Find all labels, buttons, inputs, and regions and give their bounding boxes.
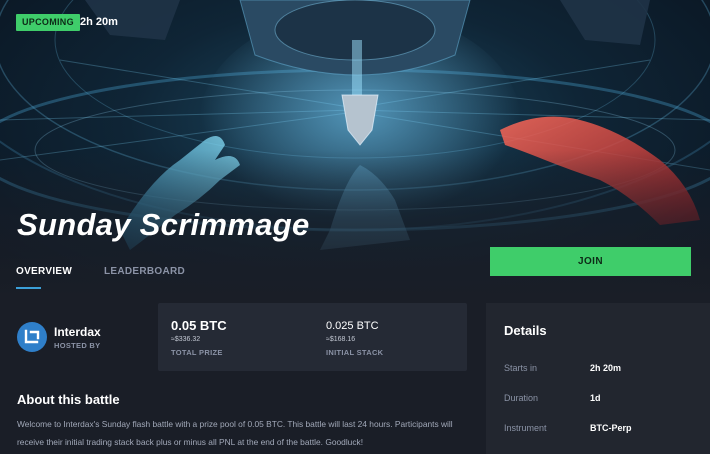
initial-stack-value: 0.025 BTC	[326, 320, 379, 332]
initial-stack-usd: ≈$168.16	[326, 336, 356, 343]
detail-key: Duration	[504, 393, 539, 403]
detail-row-instrument: Instrument BTC-Perp	[504, 421, 704, 435]
detail-row-duration: Duration 1d	[504, 391, 704, 405]
total-prize-value: 0.05 BTC	[171, 318, 227, 333]
interdax-logo-icon	[17, 322, 47, 352]
details-panel: Details Starts in 2h 20m Duration 1d Ins…	[486, 303, 710, 454]
battle-title: Sunday Scrimmage	[17, 207, 310, 242]
detail-value: BTC-Perp	[590, 423, 632, 433]
active-tab-indicator	[16, 287, 41, 289]
tab-overview[interactable]: OVERVIEW	[16, 265, 72, 279]
prize-stats-card: 0.05 BTC ≈$336.32 TOTAL PRIZE 0.025 BTC …	[158, 303, 467, 371]
detail-key: Starts in	[504, 363, 538, 373]
host-name: Interdax	[54, 325, 101, 339]
tab-leaderboard[interactable]: LEADERBOARD	[104, 265, 185, 279]
detail-value: 1d	[590, 393, 601, 403]
total-prize-stat: 0.05 BTC ≈$336.32 TOTAL PRIZE	[171, 318, 227, 358]
about-description: Welcome to Interdax's Sunday flash battl…	[17, 419, 453, 447]
total-prize-label: TOTAL PRIZE	[171, 348, 223, 357]
initial-stack-stat: 0.025 BTC ≈$168.16 INITIAL STACK	[326, 318, 383, 358]
details-title: Details	[504, 323, 547, 338]
total-prize-usd: ≈$336.32	[171, 336, 201, 343]
detail-value: 2h 20m	[590, 363, 622, 373]
status-badge: UPCOMING	[16, 14, 80, 31]
join-button[interactable]: JOIN	[490, 247, 691, 276]
hosted-by-label: HOSTED BY	[54, 341, 101, 350]
detail-key: Instrument	[504, 423, 547, 433]
about-title: About this battle	[17, 392, 120, 407]
countdown-timer: 2h 20m	[80, 16, 118, 28]
detail-row-starts-in: Starts in 2h 20m	[504, 361, 704, 375]
initial-stack-label: INITIAL STACK	[326, 348, 384, 357]
